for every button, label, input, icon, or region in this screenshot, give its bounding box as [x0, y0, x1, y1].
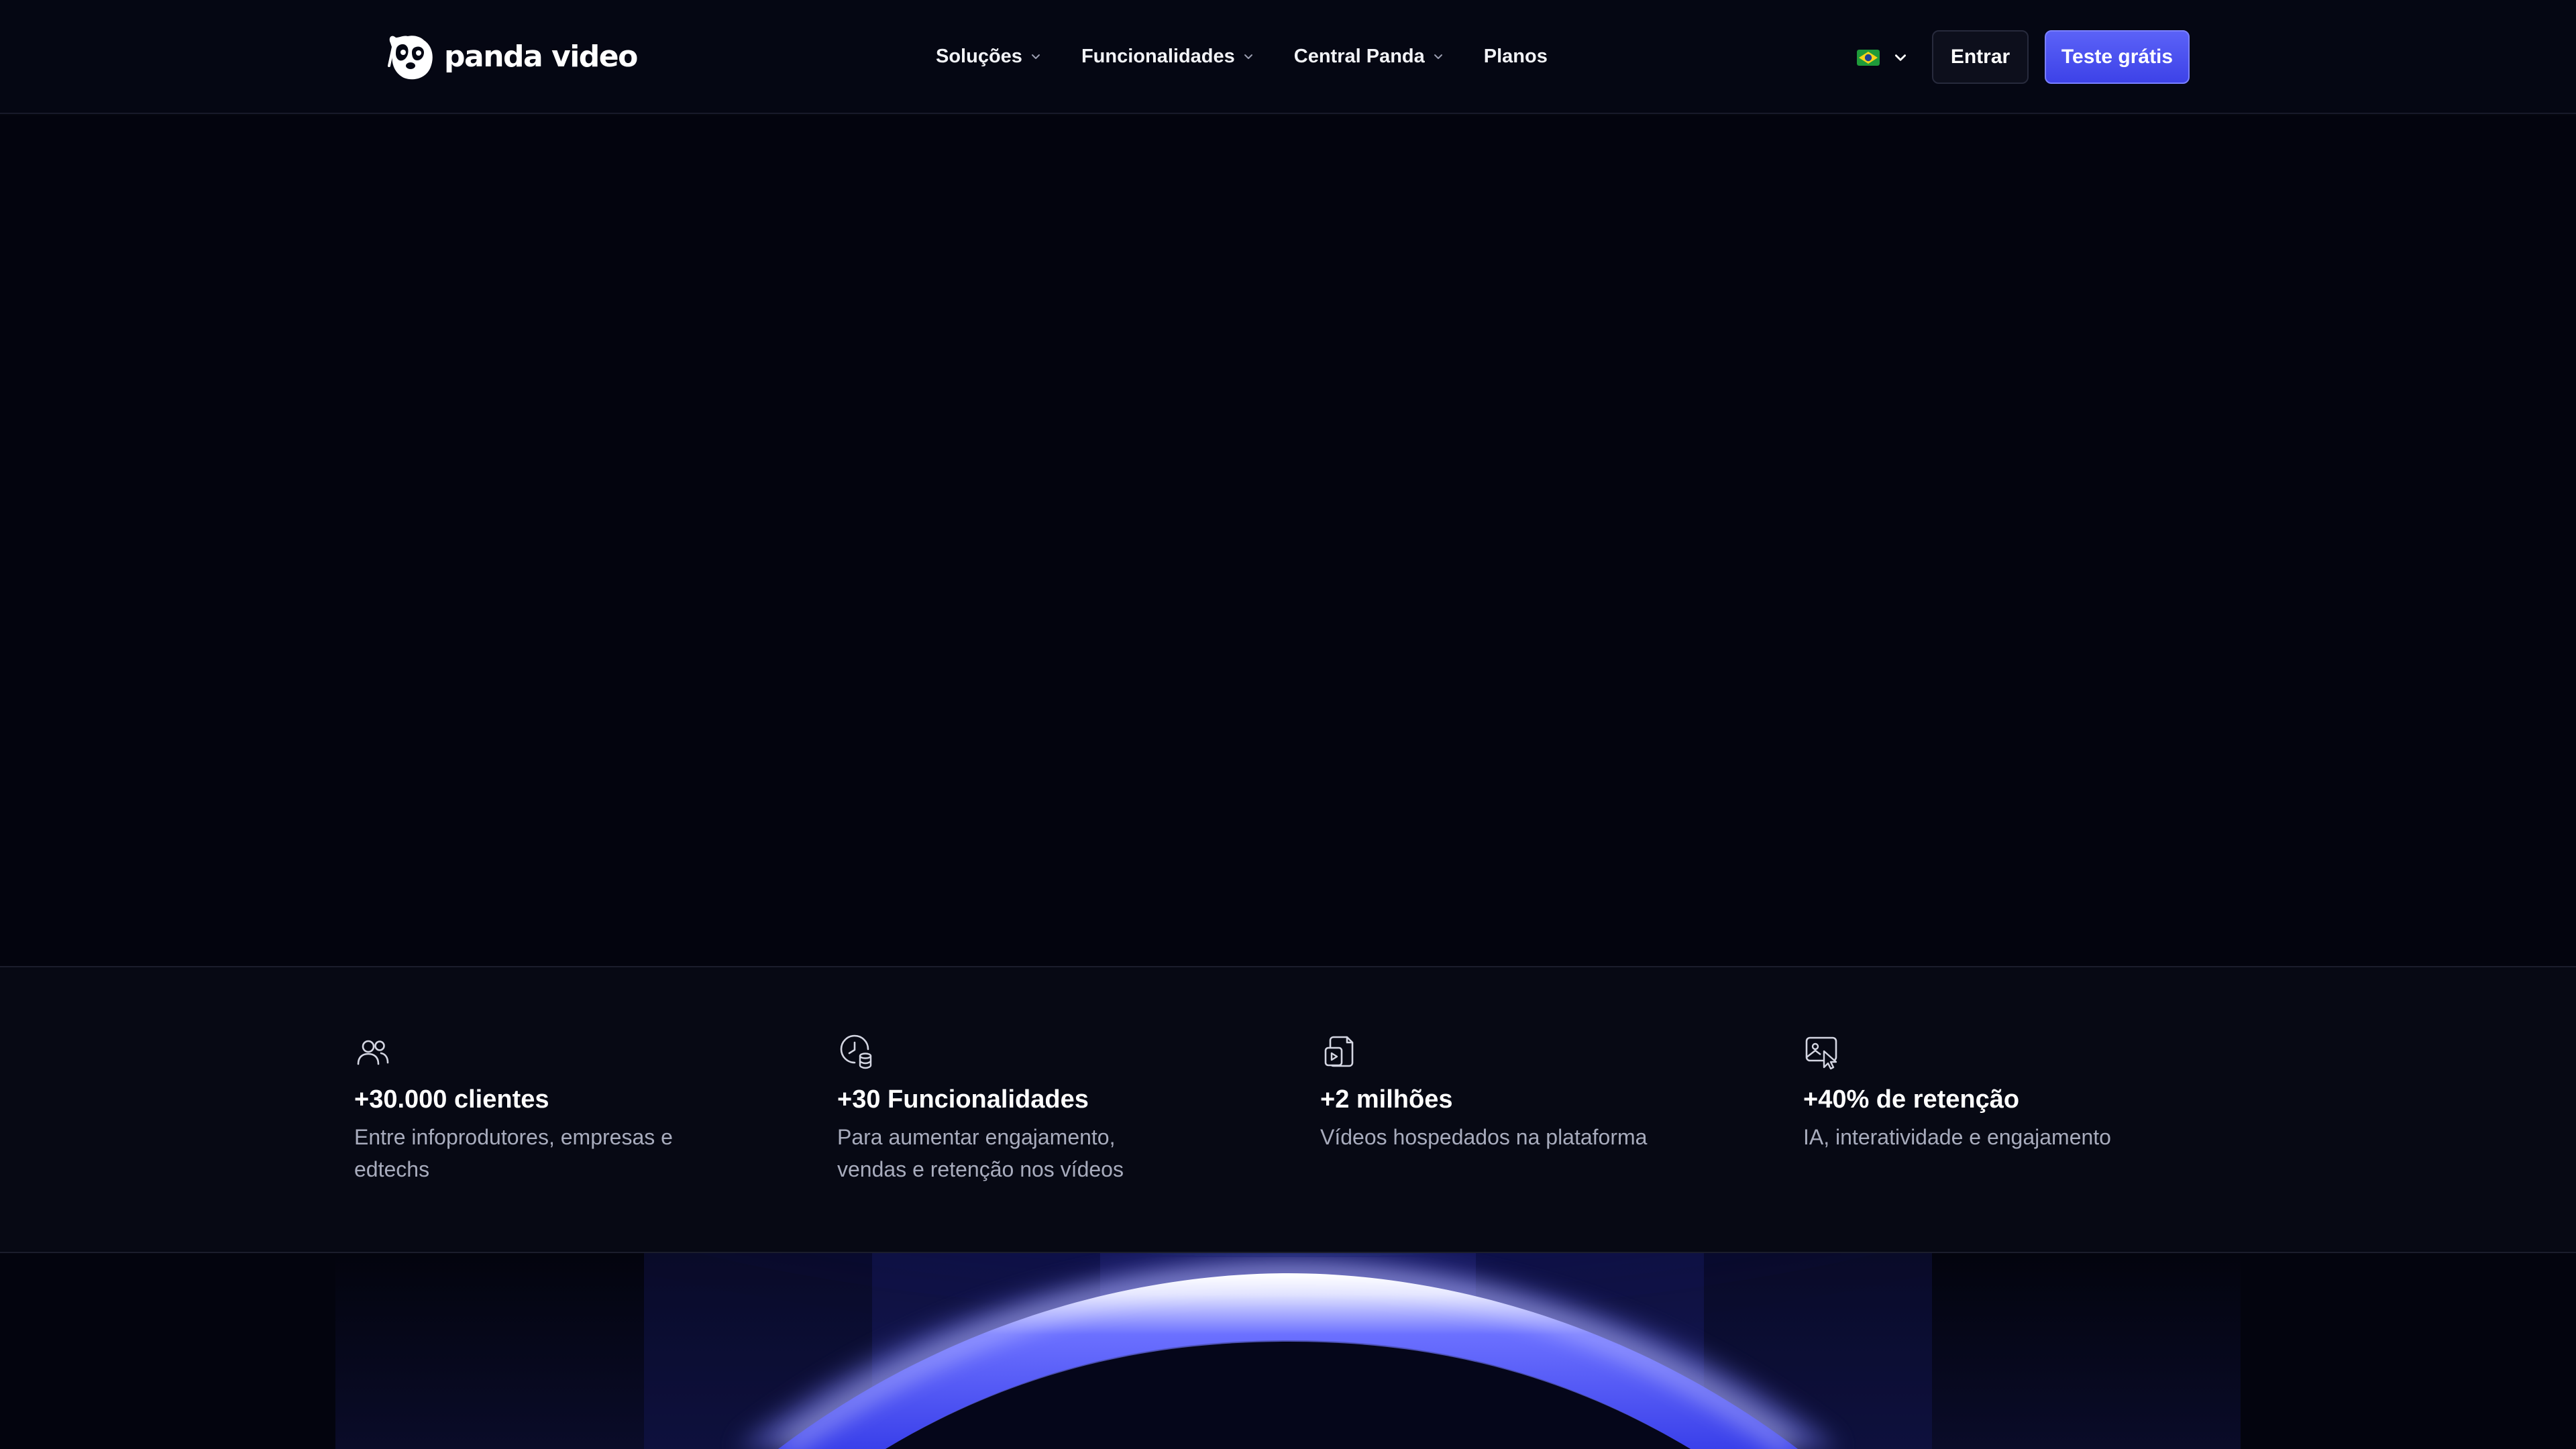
- nav-item-label: Soluções: [936, 45, 1022, 67]
- chevron-down-icon: [1244, 54, 1252, 59]
- main-navigation: Soluções Funcionalidades Central Panda P…: [936, 38, 1548, 75]
- panda-video-logo[interactable]: panda video: [386, 30, 638, 83]
- nav-item-label: Funcionalidades: [1081, 45, 1235, 67]
- stat-description: Para aumentar engajamento, vendas e rete…: [837, 1125, 1124, 1181]
- stat-description: Vídeos hospedados na plataforma: [1320, 1125, 1648, 1149]
- brazil-flag-icon: [1857, 50, 1880, 66]
- stat-title: +40% de retenção: [1803, 1085, 2020, 1114]
- nav-item-funcionalidades[interactable]: Funcionalidades: [1081, 46, 1255, 68]
- chevron-down-icon: [1031, 54, 1040, 59]
- users-icon: [357, 1040, 389, 1065]
- stat-clients: +30.000 clientes Entre infoprodutores, e…: [354, 1033, 784, 1185]
- language-selector[interactable]: [1857, 44, 1908, 71]
- top-navbar: panda video Soluções Funcionalidades Cen…: [0, 0, 2576, 114]
- stat-title: +30.000 clientes: [354, 1085, 549, 1114]
- nav-item-planos[interactable]: Planos: [1484, 46, 1548, 68]
- chevron-down-icon: [1434, 54, 1442, 59]
- stat-title: +2 milhões: [1320, 1085, 1453, 1114]
- nav-item-label: Central Panda: [1293, 45, 1425, 67]
- nav-item-central-panda[interactable]: Central Panda: [1294, 46, 1445, 68]
- stat-retention: +40% de retenção IA, interatividade e en…: [1803, 1033, 2233, 1153]
- stats-section: +30.000 clientes Entre infoprodutores, e…: [0, 966, 2576, 1253]
- nav-item-solucoes[interactable]: Soluções: [936, 46, 1042, 68]
- hero-section: [0, 115, 2576, 966]
- stat-videos: +2 milhões Vídeos hospedados na platafor…: [1320, 1033, 1750, 1153]
- glow-arc-graphic: [335, 1253, 2241, 1449]
- stat-title: +30 Funcionalidades: [837, 1085, 1089, 1114]
- stat-description: Entre infoprodutores, empresas e edtechs: [354, 1125, 673, 1181]
- clock-database-icon: [840, 1034, 872, 1069]
- login-button[interactable]: Entrar: [1932, 30, 2029, 84]
- panda-logo-icon: [388, 36, 433, 80]
- stat-features: +30 Funcionalidades Para aumentar engaja…: [837, 1033, 1267, 1185]
- chevron-down-icon: [1894, 54, 1907, 61]
- free-trial-button[interactable]: Teste grátis: [2045, 30, 2190, 84]
- brand-name: panda video: [444, 39, 638, 74]
- glow-arc-section: [0, 1253, 2576, 1449]
- video-file-icon: [1324, 1036, 1354, 1067]
- nav-item-label: Planos: [1483, 45, 1548, 67]
- image-cursor-icon: [1805, 1036, 1837, 1070]
- stat-description: IA, interatividade e engajamento: [1803, 1125, 2111, 1149]
